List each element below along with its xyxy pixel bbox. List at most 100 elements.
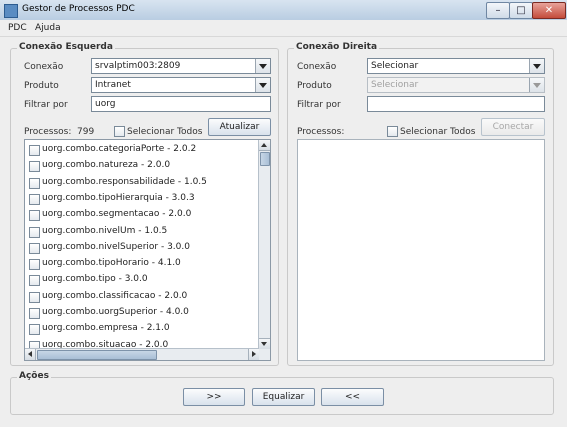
list-item-checkbox[interactable] — [29, 291, 40, 303]
menu-ajuda[interactable]: Ajuda — [35, 23, 61, 33]
minimize-button[interactable]: – — [486, 2, 510, 19]
left-process-list: uorg.combo.categoriaPorte - 2.0.2 uorg.co… — [24, 139, 271, 361]
left-filter-input[interactable] — [92, 97, 270, 111]
minimize-icon: – — [495, 5, 501, 16]
list-item-label: uorg.combo.uorgSuperior - 4.0.0 — [42, 307, 189, 317]
list-item-checkbox[interactable] — [29, 193, 40, 205]
chevron-down-icon[interactable] — [529, 78, 544, 92]
app-icon — [4, 4, 18, 18]
scroll-right-icon[interactable] — [248, 349, 259, 360]
actions-panel: Ações >> Equalizar << — [10, 371, 554, 415]
copy-to-right-button[interactable]: >> — [183, 388, 245, 406]
right-produto-label: Produto — [297, 81, 332, 91]
list-item-label: uorg.combo.tipoHierarquia - 3.0.3 — [42, 192, 195, 203]
list-item[interactable]: uorg.combo.categoriaPorte - 2.0.2 — [25, 142, 257, 158]
left-filter-field[interactable] — [91, 96, 271, 112]
list-item[interactable]: uorg.combo.natureza - 2.0.0 — [25, 158, 257, 174]
list-item-label: uorg.combo.tipoHorario - 4.1.0 — [42, 258, 181, 269]
list-item-checkbox[interactable] — [29, 145, 40, 156]
list-item[interactable]: uorg.combo.nivelUm - 1.0.5 — [25, 224, 257, 240]
list-item[interactable]: uorg.combo.responsabilidade - 1.0.5 — [25, 175, 257, 191]
list-item-checkbox[interactable] — [29, 242, 40, 254]
right-connection-panel: Conexão Direita Conexão Selecionar Produ… — [287, 42, 554, 366]
list-item[interactable]: uorg.combo.tipo - 3.0.0 — [25, 272, 257, 288]
window-title: Gestor de Processos PDC — [22, 4, 135, 14]
list-item-label: uorg.combo.classificacao - 2.0.0 — [42, 290, 188, 301]
scroll-left-icon[interactable] — [25, 349, 36, 360]
left-conexao-value: srvalptim003:2809 — [95, 61, 181, 71]
right-filter-input[interactable] — [368, 97, 544, 111]
list-item-label: uorg.combo.tipo - 3.0.0 — [42, 274, 148, 285]
list-item-label: uorg.combo.natureza - 2.0.0 — [42, 160, 171, 171]
chevron-down-icon[interactable] — [529, 59, 544, 73]
right-filtrar-label: Filtrar por — [297, 100, 341, 110]
left-list-vscrollbar[interactable] — [258, 140, 270, 349]
close-button[interactable]: ✕ — [532, 2, 566, 19]
list-item[interactable]: uorg.combo.classificacao - 2.0.0 — [25, 289, 257, 305]
list-item-checkbox[interactable] — [29, 275, 40, 287]
maximize-button[interactable]: □ — [509, 2, 533, 19]
list-item-checkbox[interactable] — [29, 324, 40, 336]
left-produto-label: Produto — [24, 81, 59, 91]
list-item[interactable]: uorg.combo.tipoHierarquia - 3.0.3 — [25, 191, 257, 207]
left-processos-count: 799 — [77, 127, 95, 137]
right-process-list — [297, 139, 545, 361]
list-item[interactable]: uorg.combo.nivelSuperior - 3.0.0 — [25, 240, 257, 256]
list-item[interactable]: uorg.combo.segmentacao - 2.0.0 — [25, 207, 257, 223]
refresh-button[interactable]: Atualizar — [208, 118, 271, 136]
chevron-down-icon[interactable] — [255, 78, 270, 92]
list-item-checkbox[interactable] — [29, 177, 40, 189]
left-conexao-select[interactable]: srvalptim003:2809 — [91, 58, 271, 74]
list-item-checkbox[interactable] — [29, 161, 40, 173]
list-item-label: uorg.combo.nivelSuperior - 3.0.0 — [42, 241, 190, 252]
main-window: Gestor de Processos PDC – □ ✕ PDC Ajuda … — [0, 0, 567, 427]
list-item-label: uorg.combo.categoriaPorte - 2.0.2 — [42, 144, 197, 154]
list-item-checkbox[interactable] — [29, 210, 40, 222]
left-conexao-label: Conexão — [24, 62, 64, 72]
list-item-checkbox[interactable] — [29, 259, 40, 271]
right-produto-select[interactable]: Selecionar — [367, 77, 545, 93]
scroll-down-icon[interactable] — [259, 338, 270, 349]
left-list-hscrollbar[interactable] — [25, 348, 259, 360]
right-select-all-checkbox[interactable] — [387, 126, 398, 137]
equalize-button[interactable]: Equalizar — [252, 388, 315, 406]
left-list-vscroll-thumb[interactable] — [260, 152, 270, 166]
right-conexao-value: Selecionar — [371, 61, 419, 71]
maximize-icon: □ — [516, 5, 526, 16]
right-filter-field[interactable] — [367, 96, 545, 112]
right-select-all-label: Selecionar Todos — [400, 127, 476, 137]
left-select-all-label: Selecionar Todos — [127, 127, 203, 137]
menu-pdc[interactable]: PDC — [8, 23, 27, 33]
close-icon: ✕ — [544, 5, 554, 16]
scroll-up-icon[interactable] — [259, 140, 270, 151]
left-produto-value: Intranet — [95, 80, 131, 90]
list-item-label: uorg.combo.nivelUm - 1.0.5 — [42, 225, 168, 236]
title-bar: Gestor de Processos PDC – □ ✕ — [0, 0, 567, 21]
list-item[interactable]: uorg.combo.tipoHorario - 4.1.0 — [25, 256, 257, 272]
list-item-label: uorg.combo.empresa - 2.1.0 — [42, 323, 170, 334]
list-item-label: uorg.combo.responsabilidade - 1.0.5 — [42, 176, 207, 187]
right-processos-label: Processos: — [297, 127, 345, 137]
copy-to-left-button[interactable]: << — [321, 388, 384, 406]
left-connection-panel: Conexão Esquerda Conexão srvalptim003:28… — [10, 42, 279, 366]
menu-bar: PDC Ajuda — [0, 20, 567, 37]
right-produto-value: Selecionar — [371, 80, 419, 90]
left-filtrar-label: Filtrar por — [24, 100, 68, 110]
chevron-down-icon[interactable] — [255, 59, 270, 73]
left-produto-select[interactable]: Intranet — [91, 77, 271, 93]
left-select-all-checkbox[interactable] — [114, 126, 125, 137]
left-panel-title: Conexão Esquerda — [17, 42, 115, 52]
left-list-hscroll-thumb[interactable] — [37, 350, 157, 360]
scroll-corner — [259, 349, 270, 360]
list-item[interactable]: uorg.combo.empresa - 2.1.0 — [25, 321, 257, 337]
left-processos-label: Processos: — [24, 127, 72, 137]
right-conexao-select[interactable]: Selecionar — [367, 58, 545, 74]
list-item-checkbox[interactable] — [29, 226, 40, 238]
connect-button[interactable]: Conectar — [481, 118, 545, 136]
list-item[interactable]: uorg.combo.uorgSuperior - 4.0.0 — [25, 305, 257, 321]
right-panel-title: Conexão Direita — [294, 42, 380, 52]
right-conexao-label: Conexão — [297, 62, 337, 72]
list-item-label: uorg.combo.segmentacao - 2.0.0 — [42, 209, 192, 220]
list-item-checkbox[interactable] — [29, 308, 40, 319]
actions-panel-title: Ações — [17, 371, 51, 381]
